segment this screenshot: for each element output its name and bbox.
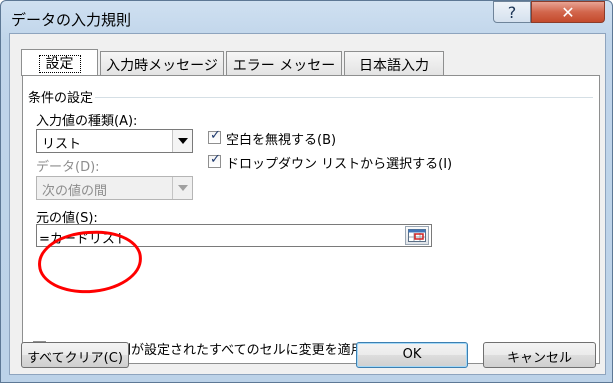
ignore-blank-checkbox[interactable]: ✓ [208,128,221,144]
source-value: =カードリスト [39,232,128,247]
range-select-icon [408,229,426,242]
settings-panel: 条件の設定 入力値の種類(A): リスト データ(D): 次の値の間 ✓ 空白を… [22,75,600,364]
window-title: データの入力規則 [11,11,132,29]
close-button[interactable]: ✕ [531,1,605,23]
tab-ime-label: 日本語入力 [359,58,429,74]
dialog-window: データの入力規則 ? ✕ 設定 入力時メッセージ エラー メッセージ 日本語入力… [0,0,613,383]
data-label: データ(D): [36,160,100,175]
data-value: 次の値の間 [42,184,108,199]
tab-settings-label: 設定 [38,55,81,73]
clear-all-button[interactable]: すべてクリア(C) [21,342,129,368]
range-select-button[interactable] [405,226,429,245]
chevron-down-icon [177,138,188,144]
chevron-down-icon [177,185,188,191]
dialog-body: 設定 入力時メッセージ エラー メッセージ 日本語入力 条件の設定 入力値の種類… [9,33,606,375]
tab-error-message[interactable]: エラー メッセージ [226,51,342,94]
tab-ime[interactable]: 日本語入力 [344,51,444,75]
tab-input-message-label: 入力時メッセージ [106,58,218,74]
source-input[interactable]: =カードリスト [36,224,432,247]
tab-input-message[interactable]: 入力時メッセージ [100,51,224,75]
help-button[interactable]: ? [493,1,531,23]
allow-dropdown[interactable]: リスト [36,129,193,153]
ignore-blank-label[interactable]: 空白を無視する(B) [226,129,336,148]
ok-button[interactable]: OK [356,342,468,368]
group-label: 条件の設定 [28,91,94,106]
allow-dropdown-button[interactable] [172,130,192,152]
in-cell-dropdown-checkbox[interactable]: ✓ [208,152,221,168]
tab-settings[interactable]: 設定 [21,49,98,76]
checkmark-icon: ✓ [210,128,221,143]
in-cell-dropdown-label[interactable]: ドロップダウン リストから選択する(I) [226,153,452,172]
close-icon: ✕ [561,2,575,22]
checkmark-icon: ✓ [210,152,221,167]
allow-label: 入力値の種類(A): [36,114,138,129]
help-icon: ? [507,2,517,22]
data-dropdown-button [172,177,192,199]
group-divider [95,97,593,98]
data-dropdown: 次の値の間 [36,176,193,200]
allow-value: リスト [42,137,82,152]
cancel-button[interactable]: キャンセル [483,342,596,368]
